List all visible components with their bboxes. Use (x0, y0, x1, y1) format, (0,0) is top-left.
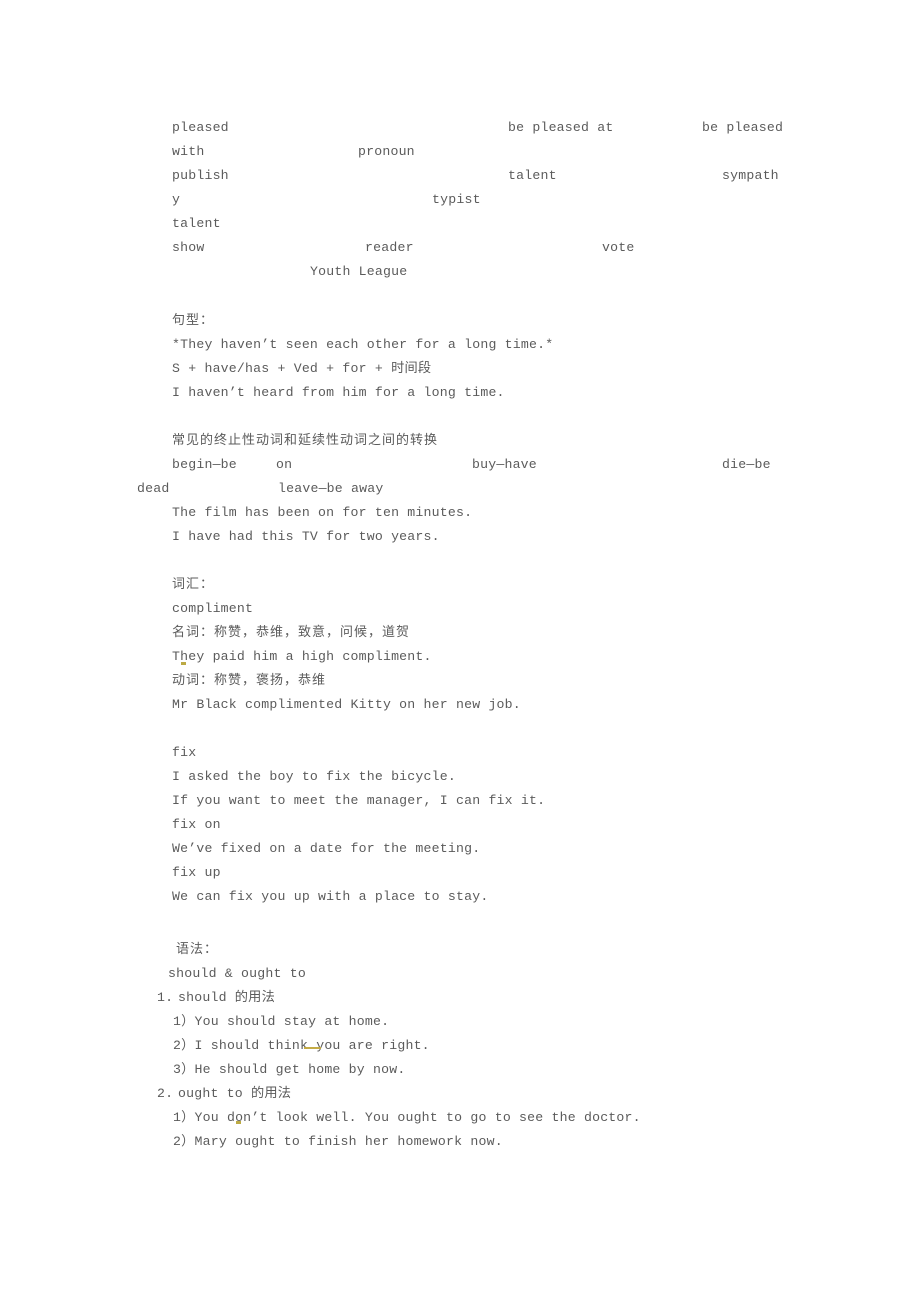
vocabulary-heading: 词汇： (172, 577, 215, 592)
vocab-compliment-noun-label: 名词：称赞，恭维，致意，问候，道贺 (172, 625, 411, 640)
vocab-fix-up-example: We can fix you up with a place to stay. (172, 889, 489, 904)
vocab-fix-phrase-fix-up: fix up (172, 865, 221, 880)
vocab-word-fix: fix (172, 745, 197, 760)
vocab-fix-on-example: We’ve fixed on a date for the meeting. (172, 841, 481, 856)
conversion-pair-buy: buy—have (472, 457, 537, 472)
word-typist: typist (432, 192, 481, 207)
word-pleased: pleased (172, 120, 229, 135)
conversion-pair-begin-cont: on (276, 457, 293, 472)
document-page: pleased be pleased at be pleased with pr… (0, 0, 920, 1302)
word-reader: reader (365, 240, 414, 255)
word-with: with (172, 144, 205, 159)
word-sympath: sympath (722, 168, 779, 183)
conversion-pair-die: die—be (722, 457, 771, 472)
vocab-fix-example-1: I asked the boy to fix the bicycle. (172, 769, 456, 784)
grammar-section-2-title: ought to 的用法 (178, 1086, 292, 1101)
vocab-compliment-noun-example: They paid him a high compliment. (172, 649, 432, 664)
vocab-word-compliment: compliment (172, 601, 254, 616)
conversion-pair-die-cont: dead (137, 481, 170, 496)
word-talent-1: talent (508, 168, 557, 183)
sentence-pattern-line-1: *They haven’t seen each other for a long… (172, 337, 554, 352)
vocab-compliment-verb-example: Mr Black complimented Kitty on her new j… (172, 697, 521, 712)
grammar-section-1-item-2: 2）I should think you are right. (173, 1038, 430, 1053)
grammar-section-2-item-1: 1）You don’t look well. You ought to go t… (173, 1110, 641, 1125)
conversion-example-2: I have had this TV for two years. (172, 529, 440, 544)
conversion-example-1: The film has been on for ten minutes. (172, 505, 473, 520)
word-y-continuation: y (172, 192, 181, 207)
word-pronoun: pronoun (358, 144, 415, 159)
phrase-youth-league: Youth League (310, 264, 408, 279)
conversion-pair-begin: begin—be (172, 457, 237, 472)
phrase-be-pleased-at: be pleased at (508, 120, 614, 135)
grammar-section-1-item-1: 1）You should stay at home. (173, 1014, 390, 1029)
spellcheck-mark-1 (181, 662, 186, 665)
sentence-pattern-line-2: S + have/has + Ved + for + 时间段 (172, 361, 432, 376)
conversion-pair-leave: leave—be away (278, 481, 384, 496)
vocab-fix-phrase-fix-on: fix on (172, 817, 221, 832)
grammar-section-2-number: 2. (157, 1086, 174, 1101)
word-talent-2: talent (172, 216, 221, 231)
vocab-fix-example-2: If you want to meet the manager, I can f… (172, 793, 546, 808)
grammar-section-2-item-2: 2）Mary ought to finish her homework now. (173, 1134, 503, 1149)
grammar-topic: should & ought to (168, 966, 306, 981)
spellcheck-mark-2 (304, 1047, 321, 1049)
vocab-compliment-verb-label: 动词：称赞，褒扬，恭维 (172, 673, 327, 688)
word-show: show (172, 240, 205, 255)
grammar-section-1-item-3: 3）He should get home by now. (173, 1062, 406, 1077)
word-vote: vote (602, 240, 635, 255)
spellcheck-mark-3 (236, 1121, 241, 1124)
grammar-heading: 语法： (176, 942, 219, 957)
sentence-pattern-line-3: I haven’t heard from him for a long time… (172, 385, 505, 400)
phrase-be-pleased: be pleased (702, 120, 784, 135)
grammar-section-1-number: 1. (157, 990, 174, 1005)
conversion-heading: 常见的终止性动词和延续性动词之间的转换 (172, 433, 439, 448)
word-publish: publish (172, 168, 229, 183)
sentence-pattern-heading: 句型： (172, 313, 215, 328)
grammar-section-1-title: should 的用法 (178, 990, 275, 1005)
